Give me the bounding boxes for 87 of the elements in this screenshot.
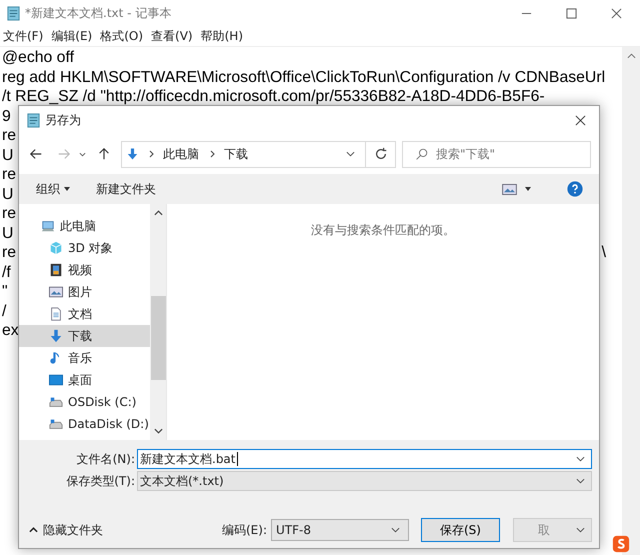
nav-item[interactable]: 文档	[19, 303, 150, 325]
scrollbar-thumb[interactable]	[150, 296, 166, 380]
menu-item[interactable]: 格式(O)	[100, 28, 144, 44]
refresh-button[interactable]	[366, 140, 396, 168]
notepad-icon	[26, 112, 41, 128]
nav-item[interactable]: DataDisk (D:)	[19, 413, 150, 435]
download-icon	[127, 147, 138, 161]
nav-item[interactable]: OSDisk (C:)	[19, 391, 150, 413]
text-line: U	[2, 184, 14, 204]
chevron-down-icon[interactable]	[576, 478, 585, 484]
up-arrow-icon[interactable]	[97, 147, 111, 161]
drive-icon	[49, 417, 63, 431]
text-line: U	[2, 146, 14, 165]
filename-field[interactable]: 新建文本文档.bat	[137, 449, 592, 469]
download-icon	[49, 329, 63, 343]
notepad-icon	[6, 6, 21, 20]
nav-item[interactable]: 视频	[19, 259, 150, 281]
nav-item[interactable]: 下载	[19, 325, 150, 347]
text-line: /f	[2, 262, 11, 282]
dialog-title: 另存为	[45, 112, 81, 128]
text-line: /t REG_SZ /d "http://officecdn.microsoft.com/pr/55336B82-A18D-4DD6-B5F6-	[2, 87, 545, 106]
file-type-label: 保存类型(T):	[65, 472, 136, 490]
search-field[interactable]: 搜索"下载"	[402, 140, 591, 168]
menu-item[interactable]: 编辑(E)	[51, 28, 92, 44]
text-line: /	[2, 302, 6, 321]
nav-item[interactable]: 此电脑	[19, 215, 150, 237]
chevron-up-icon[interactable]	[29, 527, 38, 533]
chevron-right-icon	[149, 150, 154, 158]
text-line: \	[602, 243, 606, 262]
text-line: re	[2, 165, 16, 184]
text-line: re	[2, 204, 16, 224]
filename-label: 文件名(N):	[76, 450, 136, 468]
text-line: "	[2, 282, 8, 302]
maximize-icon[interactable]	[566, 8, 577, 18]
drive-icon	[49, 395, 63, 409]
text-line: 9	[2, 106, 11, 126]
caret-icon[interactable]	[64, 187, 70, 191]
breadcrumb-item[interactable]: 下载	[224, 146, 248, 162]
back-arrow-icon[interactable]	[29, 147, 43, 161]
text-line: ex	[2, 321, 19, 340]
input-method-icon[interactable]	[612, 535, 630, 553]
chevron-down-icon[interactable]	[391, 527, 400, 533]
refresh-icon	[374, 147, 388, 161]
hide-folders-toggle[interactable]: 隐藏文件夹	[29, 522, 103, 538]
computer-icon	[41, 219, 55, 233]
text-line: reg add HKLM\SOFTWARE\Microsoft\Office\ClickToRun\Configuration /v CDNBaseUrl	[2, 68, 606, 87]
scroll-up-icon[interactable]	[626, 53, 636, 59]
chevron-down-icon[interactable]	[346, 151, 355, 157]
menu-item[interactable]: 帮助(H)	[200, 28, 243, 44]
text-line: @echo off	[2, 48, 74, 68]
scrollbar[interactable]	[622, 47, 640, 555]
menu-item[interactable]: 查看(V)	[151, 28, 193, 44]
nav-item[interactable]: 图片	[19, 281, 150, 303]
view-icon[interactable]	[502, 184, 517, 194]
nav-item[interactable]: 桌面	[19, 369, 150, 391]
chevron-down-icon[interactable]	[79, 152, 86, 156]
empty-message: 没有与搜索条件匹配的项。	[311, 222, 455, 238]
close-icon[interactable]	[575, 114, 586, 126]
file-type-dropdown[interactable]: 文本文档(*.txt)	[137, 471, 592, 491]
document-icon	[49, 307, 63, 321]
chevron-down-icon[interactable]	[576, 456, 585, 462]
desktop-icon	[49, 373, 63, 387]
close-icon[interactable]	[611, 8, 622, 18]
text-line: re	[2, 243, 16, 262]
caret-icon[interactable]	[525, 187, 531, 191]
text-line: re	[2, 126, 16, 146]
encoding-label: 编码(E):	[222, 522, 267, 538]
window-title: *新建文本文档.txt - 记事本	[25, 4, 172, 22]
search-icon	[415, 148, 428, 160]
nav-item[interactable]: 3D 对象	[19, 237, 150, 259]
new-folder-button[interactable]: 新建文件夹	[96, 180, 156, 198]
chevron-right-icon	[210, 150, 215, 158]
encoding-dropdown[interactable]: UTF-8	[271, 519, 409, 541]
address-bar[interactable]: 此电脑 下载	[121, 140, 366, 168]
scroll-up-icon[interactable]	[154, 210, 162, 216]
help-icon[interactable]	[567, 181, 583, 197]
text-line: U	[2, 224, 14, 243]
nav-item[interactable]: 音乐	[19, 347, 150, 369]
scroll-down-icon[interactable]	[154, 428, 162, 434]
menu-item[interactable]: 文件(F)	[3, 28, 44, 44]
film-icon	[49, 263, 63, 277]
organize-button[interactable]: 组织	[36, 180, 70, 198]
cube-icon	[49, 241, 63, 255]
chevron-down-icon[interactable]	[576, 527, 585, 533]
picture-icon	[49, 285, 63, 299]
breadcrumb-item[interactable]: 此电脑	[163, 146, 199, 162]
save-button[interactable]: 保存(S)	[421, 518, 500, 542]
